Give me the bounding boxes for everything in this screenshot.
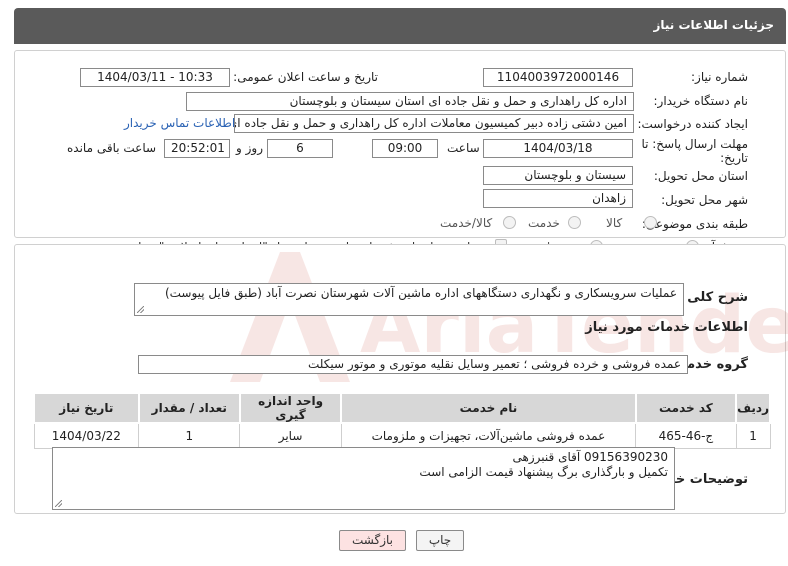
buyer-notes-textarea[interactable]: 09156390230 آقای قنبرزهی تکمیل و بارگذار… — [52, 447, 675, 510]
summary-text: عملیات سرویسکاری و نگهداری دستگاههای ادا… — [164, 286, 677, 300]
category-label: طبقه بندی موضوعی: — [641, 217, 748, 231]
need-number-field: 1104003972000146 — [483, 68, 633, 87]
page-title: جزئیات اطلاعات نیاز — [653, 18, 774, 32]
col-header-quantity: تعداد / مقدار — [137, 392, 241, 424]
page-header: جزئیات اطلاعات نیاز — [14, 8, 786, 44]
category-radio-service[interactable] — [568, 216, 581, 229]
services-heading: اطلاعات خدمات مورد نیاز — [585, 320, 748, 335]
deadline-label-date: تاریخ: — [720, 151, 748, 165]
category-option-service: خدمت — [528, 216, 560, 230]
cell-row-num: 1 — [735, 422, 771, 449]
buyer-notes-line-1: 09156390230 آقای قنبرزهی — [512, 450, 668, 464]
buyer-field: اداره کل راهداری و حمل و نقل جاده ای است… — [186, 92, 634, 111]
summary-textarea[interactable]: عملیات سرویسکاری و نگهداری دستگاههای ادا… — [134, 283, 684, 316]
days-field: 6 — [267, 139, 333, 158]
deadline-date-field: 1404/03/18 — [483, 139, 633, 158]
city-field: زاهدان — [483, 189, 633, 208]
days-label: روز و — [236, 141, 263, 155]
city-label: شهر محل تحویل: — [661, 193, 748, 207]
print-button[interactable]: چاپ — [416, 530, 464, 551]
province-label: استان محل تحویل: — [653, 169, 748, 183]
category-option-goods: کالا — [606, 216, 623, 230]
cell-service-name: عمده فروشی ماشین‌آلات، تجهیزات و ملزومات — [340, 422, 637, 449]
province-field: سیستان و بلوچستان — [483, 166, 633, 185]
category-option-both: کالا/خدمت — [440, 216, 493, 230]
deadline-time-field: 09:00 — [372, 139, 438, 158]
services-table: ردیف کد خدمت نام خدمت واحد اندازه گیری ت… — [33, 392, 771, 449]
category-radio-both[interactable] — [503, 216, 516, 229]
col-header-need-date: تاریخ نیاز — [33, 392, 140, 424]
resize-grip-icon[interactable] — [55, 500, 62, 507]
buyer-contact-link[interactable]: اطلاعات تماس خریدار — [124, 116, 235, 130]
service-group-field: عمده فروشی و خرده فروشی ؛ تعمیر وسایل نق… — [138, 355, 688, 374]
col-header-service-code: کد خدمت — [634, 392, 738, 424]
remaining-time-field: 20:52:01 — [164, 139, 230, 158]
need-number-label: شماره نیاز: — [691, 70, 748, 84]
cell-service-code: ج-46-465 — [635, 422, 737, 449]
announce-label: تاریخ و ساعت اعلان عمومی: — [233, 70, 378, 84]
col-header-row-num: ردیف — [735, 392, 771, 424]
category-radio-goods[interactable] — [644, 216, 657, 229]
cell-need-date: 1404/03/22 — [33, 422, 140, 449]
buyer-label: نام دستگاه خریدار: — [653, 94, 749, 108]
resize-grip-icon[interactable] — [137, 306, 144, 313]
creator-label: ایجاد کننده درخواست: — [637, 117, 748, 131]
cell-unit: سایر — [239, 422, 342, 449]
deadline-label: مهلت ارسال پاسخ: تا — [641, 137, 748, 151]
table-header-row: ردیف کد خدمت نام خدمت واحد اندازه گیری ت… — [33, 392, 771, 424]
table-row: 1 ج-46-465 عمده فروشی ماشین‌آلات، تجهیزا… — [33, 422, 771, 449]
creator-field: امین دشتی زاده دبیر کمیسیون معاملات ادار… — [234, 114, 634, 133]
col-header-unit: واحد اندازه گیری — [238, 392, 343, 424]
buyer-notes-line-2: تکمیل و بارگذاری برگ پیشنهاد قیمت الزامی… — [419, 465, 668, 479]
back-button[interactable]: بازگشت — [339, 530, 406, 551]
col-header-service-name: نام خدمت — [340, 392, 637, 424]
announce-field: 1404/03/11 - 10:33 — [80, 68, 230, 87]
cell-quantity: 1 — [138, 422, 241, 449]
deadline-time-label: ساعت — [447, 141, 480, 155]
remaining-label: ساعت باقی مانده — [67, 141, 157, 155]
